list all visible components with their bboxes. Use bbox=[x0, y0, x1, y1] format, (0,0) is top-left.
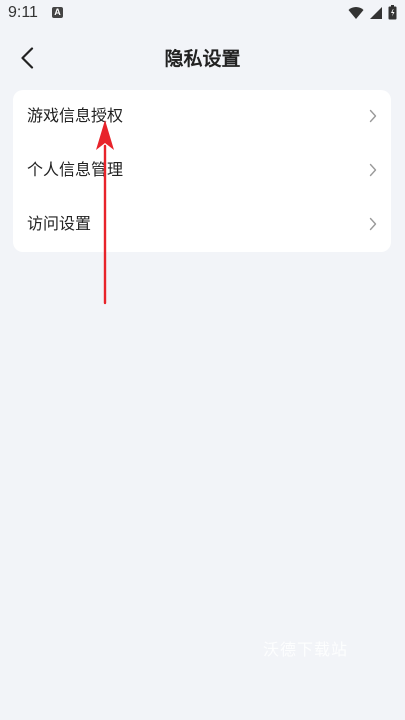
nav-bar: 隐私设置 bbox=[0, 28, 405, 88]
signal-icon bbox=[370, 6, 382, 19]
chevron-right-icon bbox=[369, 163, 377, 177]
settings-item-label: 游戏信息授权 bbox=[27, 106, 124, 125]
chevron-right-icon bbox=[369, 217, 377, 231]
settings-item-access-settings[interactable]: 访问设置 bbox=[13, 198, 391, 252]
settings-item-personal-info-management[interactable]: 个人信息管理 bbox=[13, 144, 391, 198]
settings-item-game-info-authorization[interactable]: 游戏信息授权 bbox=[13, 90, 391, 144]
status-time: 9:11 bbox=[8, 4, 38, 21]
settings-item-label: 个人信息管理 bbox=[27, 160, 124, 179]
settings-card: 游戏信息授权 个人信息管理 访问设置 bbox=[13, 90, 391, 252]
watermark: 沃德下载站 bbox=[263, 640, 349, 659]
notification-a-icon: A bbox=[52, 7, 63, 18]
status-icons bbox=[348, 5, 397, 20]
battery-icon bbox=[388, 5, 397, 20]
status-bar: 9:11 A bbox=[0, 0, 405, 28]
wifi-icon bbox=[348, 6, 364, 19]
page-title: 隐私设置 bbox=[164, 48, 241, 70]
settings-item-label: 访问设置 bbox=[27, 214, 92, 233]
chevron-right-icon bbox=[369, 109, 377, 123]
